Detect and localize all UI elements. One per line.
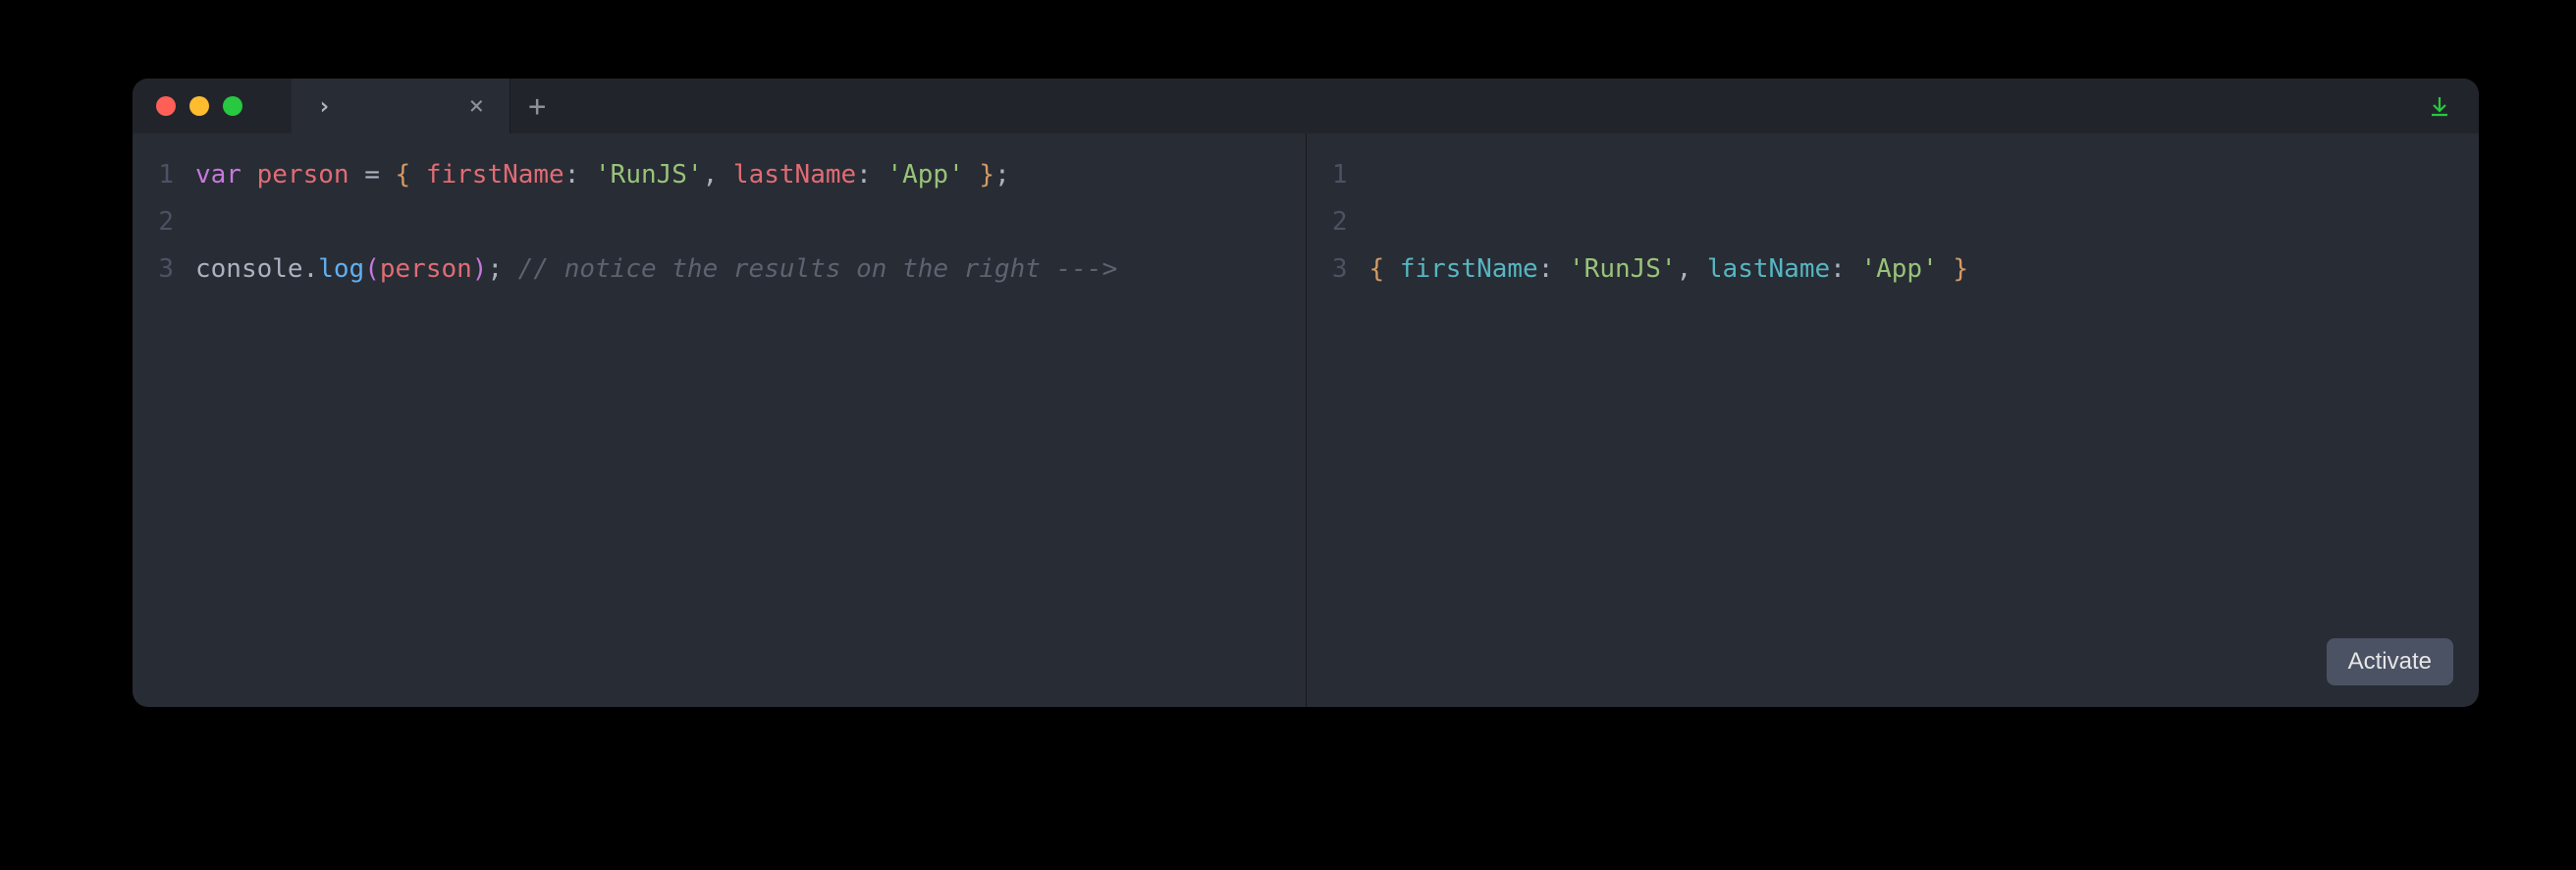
zoom-window-button[interactable] — [223, 96, 242, 116]
tab-close-icon[interactable]: × — [468, 91, 484, 121]
tab-title: › — [317, 92, 331, 120]
line-number: 2 — [133, 198, 174, 245]
line-number: 3 — [1307, 245, 1348, 293]
download-icon[interactable] — [2426, 92, 2453, 120]
line-number: 2 — [1307, 198, 1348, 245]
editor-pane[interactable]: 123 var person = { firstName: 'RunJS', l… — [133, 134, 1307, 707]
line-number: 3 — [133, 245, 174, 293]
editor-gutter: 123 — [133, 151, 195, 707]
code-line — [195, 198, 1306, 245]
plus-icon: + — [528, 89, 546, 124]
minimize-window-button[interactable] — [189, 96, 209, 116]
code-line: console.log(person); // notice the resul… — [195, 245, 1306, 293]
app-window: › × + 123 var person = { firstName: 'Run… — [133, 79, 2479, 707]
code-line — [1369, 198, 2480, 245]
titlebar: › × + — [133, 79, 2479, 134]
code-line — [1369, 151, 2480, 198]
titlebar-right — [2426, 92, 2453, 120]
output-code: { firstName: 'RunJS', lastName: 'App' } — [1369, 151, 2480, 707]
new-tab-button[interactable]: + — [510, 79, 564, 134]
code-line: var person = { firstName: 'RunJS', lastN… — [195, 151, 1306, 198]
editor-code[interactable]: var person = { firstName: 'RunJS', lastN… — [195, 151, 1306, 707]
window-controls — [156, 96, 242, 116]
code-line: { firstName: 'RunJS', lastName: 'App' } — [1369, 245, 2480, 293]
close-window-button[interactable] — [156, 96, 176, 116]
tab-bar: › × + — [292, 79, 564, 134]
line-number: 1 — [133, 151, 174, 198]
line-number: 1 — [1307, 151, 1348, 198]
activate-button[interactable]: Activate — [2327, 638, 2453, 685]
tab-active[interactable]: › × — [292, 79, 510, 134]
output-pane: 123 { firstName: 'RunJS', lastName: 'App… — [1307, 134, 2480, 707]
output-gutter: 123 — [1307, 151, 1369, 707]
split-panes: 123 var person = { firstName: 'RunJS', l… — [133, 134, 2479, 707]
